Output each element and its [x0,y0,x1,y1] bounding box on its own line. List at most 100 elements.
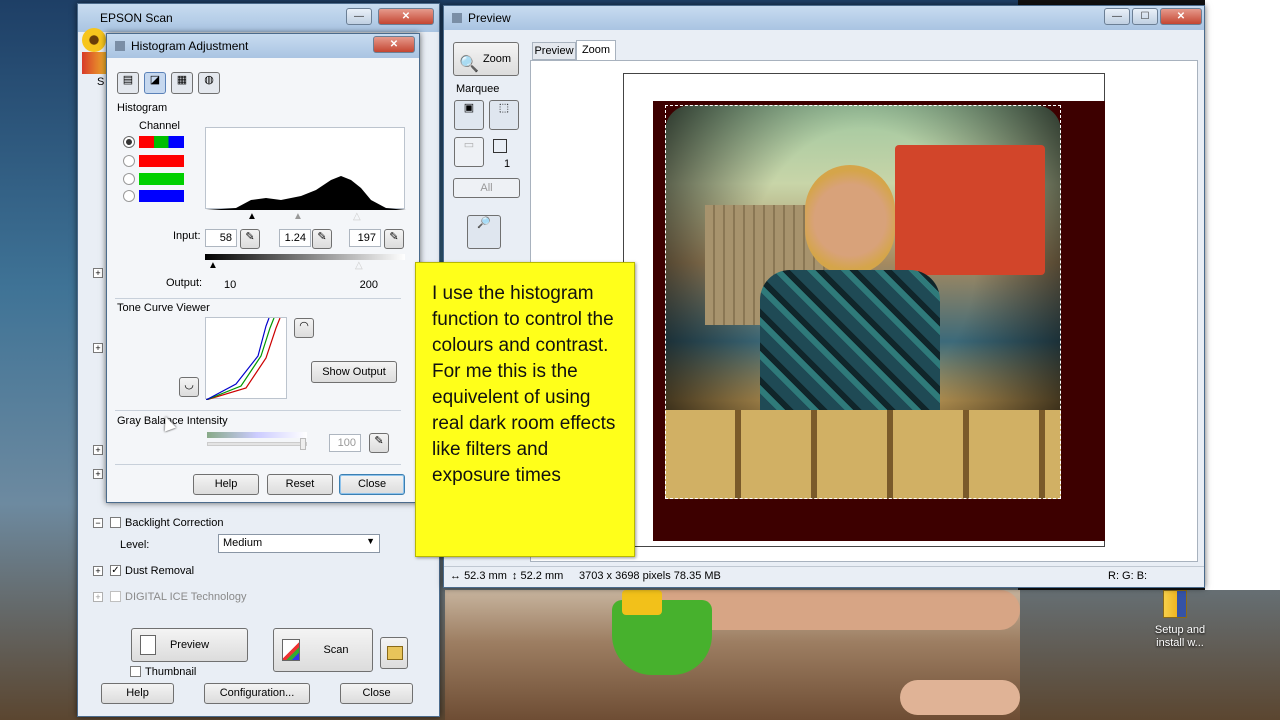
wallpaper-bucket-rim [622,590,662,615]
channel-radio-red[interactable] [123,155,135,167]
width-readout: 52.3 mm [464,570,507,582]
document-icon [140,635,156,655]
new-marquee-icon[interactable]: ⬚ [489,100,519,130]
gray-balance-thumb[interactable] [300,438,306,450]
channel-swatch-green [139,173,184,185]
preview-app-icon [452,13,462,23]
curve-preset-top-icon[interactable]: ◠ [294,318,314,338]
input-highlight-slider[interactable]: △ [353,211,361,222]
channel-radio-green[interactable] [123,173,135,185]
pixel-info: 3703 x 3698 pixels 78.35 MB [579,570,721,582]
desktop-light-area [1205,0,1280,590]
histogram-help-button[interactable]: Help [193,474,259,495]
configuration-button[interactable]: Configuration... [204,683,310,704]
histogram-close-window-button[interactable]: ✕ [373,36,415,53]
epson-help-button[interactable]: Help [101,683,174,704]
channel-radio-rgb[interactable] [123,136,135,148]
channel-swatch-red [139,155,184,167]
dust-removal-checkbox[interactable]: ✓ [110,565,121,576]
input-shadow-field[interactable]: 58 [205,229,237,247]
thumbnail-checkbox[interactable] [130,666,141,677]
histogram-app-icon [115,41,125,51]
histogram-close-button[interactable]: Close [339,474,405,495]
epson-minimize-button[interactable]: — [346,8,372,25]
output-low-slider[interactable]: ▲ [208,260,218,271]
magnifier-icon: 🔍 [459,56,479,73]
eyedropper-gray-icon[interactable]: ✎ [369,433,389,453]
preview-titlebar[interactable]: Preview [444,6,1204,30]
image-adjustment-tool-icon[interactable]: ▦ [171,72,193,94]
epson-close-button[interactable]: Close [340,683,413,704]
expand-toggle[interactable]: + [93,343,103,353]
digital-ice-label: DIGITAL ICE Technology [125,591,247,603]
preview-close-window-button[interactable]: ✕ [1160,8,1202,25]
preview-maximize-button[interactable]: ☐ [1132,8,1158,25]
output-high-slider[interactable]: △ [355,260,363,271]
histogram-section-label: Histogram [117,102,168,114]
histogram-reset-button[interactable]: Reset [267,474,333,495]
histogram-curve [206,176,406,210]
epson-close-label: Close [362,687,391,699]
expand-toggle[interactable]: + [93,445,103,455]
histogram-title: Histogram Adjustment [131,39,249,53]
input-highlight-field[interactable]: 197 [349,229,381,247]
auto-locate-marquee-icon[interactable]: ▣ [454,100,484,130]
backlight-collapse-toggle[interactable]: − [93,518,103,528]
tone-correction-tool-icon[interactable]: ◪ [144,72,166,94]
dust-removal-label: Dust Removal [125,565,195,577]
marquee-disabled-icon: ▭ [454,137,484,167]
expand-toggle[interactable]: + [93,268,103,278]
input-gamma-slider[interactable]: ▲ [293,211,303,222]
configuration-label: Configuration... [219,687,295,699]
input-label: Input: [173,230,201,242]
zoom-button-label: Zoom [482,53,512,65]
preview-minimize-button[interactable]: — [1104,8,1130,25]
tab-preview[interactable]: Preview [532,42,576,60]
preview-button-label: Preview [169,639,210,651]
thumbnail-label: Thumbnail [145,666,197,678]
desktop-icon-label[interactable]: Setup and install w... [1140,624,1220,650]
backlight-label: Backlight Correction [125,517,224,529]
selection-marquee[interactable] [665,105,1061,499]
eyedropper-shadow-icon[interactable]: ✎ [240,229,260,249]
tone-curve-label: Tone Curve Viewer [117,302,210,314]
sunflower-icon [82,28,106,52]
ice-expand-toggle[interactable]: + [93,592,103,602]
divider [115,464,401,465]
histogram-graph [205,127,406,210]
show-output-label: Show Output [322,366,386,378]
backlight-checkbox[interactable] [110,517,121,528]
show-output-button[interactable]: Show Output [311,361,397,383]
output-low-field[interactable]: 10 [219,276,259,294]
tab-preview-label: Preview [534,45,574,57]
rgb-readout: R: G: B: [1108,570,1148,582]
dust-expand-toggle[interactable]: + [93,566,103,576]
histogram-close-label: Close [357,478,387,490]
scanned-photo [653,101,1105,541]
curve-preset-bottom-icon[interactable]: ◡ [179,377,199,397]
gray-balance-slider[interactable] [207,432,307,438]
input-shadow-slider[interactable]: ▲ [247,211,257,222]
preview-button[interactable]: Preview [131,628,248,662]
eyedropper-highlight-icon[interactable]: ✎ [384,229,404,249]
zoom-button[interactable]: 🔍 Zoom [453,42,519,76]
input-gamma-field[interactable]: 1.24 [279,229,311,247]
eyedropper-gamma-icon[interactable]: ✎ [312,229,332,249]
scan-button[interactable]: Scan [273,628,373,672]
channel-radio-blue[interactable] [123,190,135,202]
folder-button[interactable] [380,637,408,669]
output-high-field[interactable]: 200 [343,276,383,294]
marquee-square-icon [493,139,507,153]
tab-zoom[interactable]: Zoom [576,40,616,61]
all-marquee-label: All [480,182,493,194]
level-select[interactable]: Medium ▼ [218,534,380,553]
color-palette-tool-icon[interactable]: ◍ [198,72,220,94]
epson-close-window-button[interactable]: ✕ [378,8,434,25]
expand-toggle[interactable]: + [93,469,103,479]
setup-folder-icon[interactable] [1160,590,1190,620]
histogram-help-label: Help [214,478,238,490]
histogram-tool-icon[interactable]: ▤ [117,72,139,94]
all-marquee-button: All [453,178,520,198]
gray-balance-slider-track [207,442,307,446]
zoom-lens-icon[interactable]: 🔎 [467,215,501,249]
